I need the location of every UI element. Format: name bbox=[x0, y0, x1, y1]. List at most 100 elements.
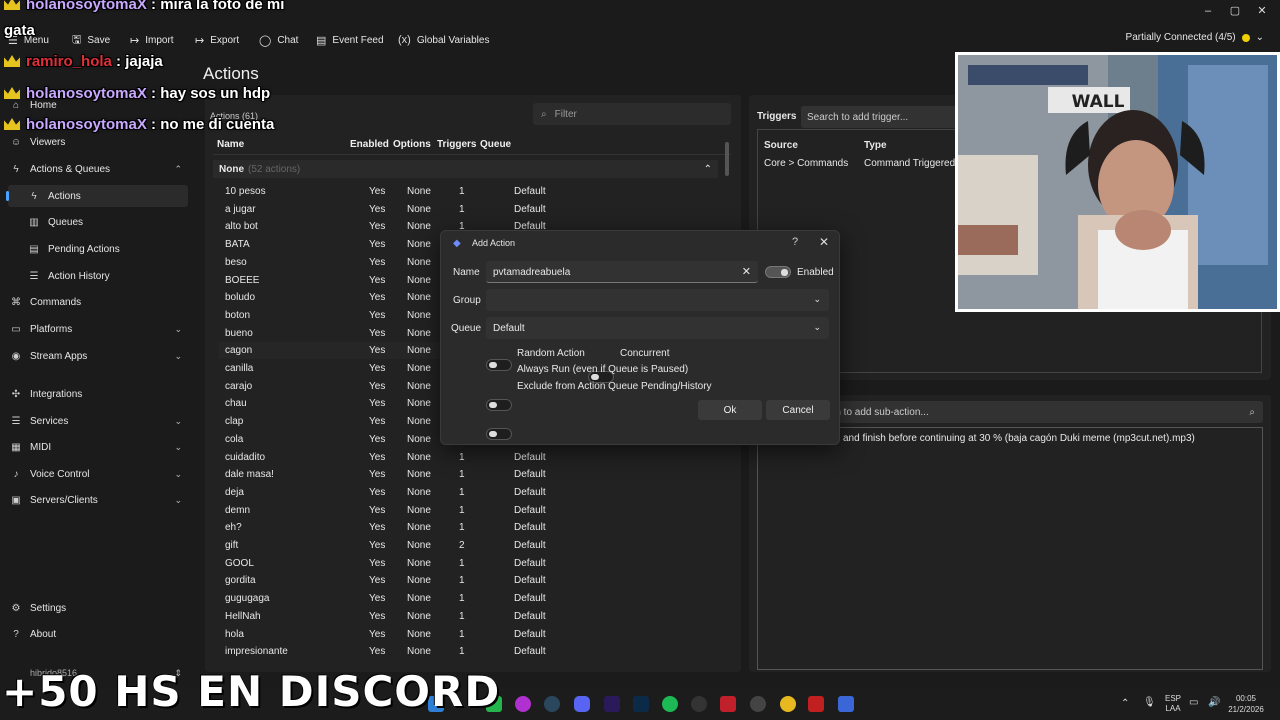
help-icon[interactable]: ? bbox=[792, 236, 798, 248]
table-scrollbar[interactable] bbox=[725, 142, 729, 176]
cell-enabled: Yes bbox=[369, 239, 386, 251]
table-row[interactable]: GOOL Yes None 1 Default bbox=[219, 555, 719, 572]
sidebar-item-viewers[interactable]: ☺ Viewers bbox=[8, 131, 188, 153]
table-row[interactable]: dale masa! Yes None 1 Default bbox=[219, 466, 719, 483]
table-row[interactable]: cuidadito Yes None 1 Default bbox=[219, 449, 719, 466]
trigger-search-input[interactable]: Search to add trigger... bbox=[801, 106, 961, 128]
queue-select[interactable]: Default ⌄ bbox=[486, 317, 829, 339]
table-row[interactable]: gift Yes None 2 Default bbox=[219, 537, 719, 554]
sidebar-item-services[interactable]: ☰ Services ⌄ bbox=[8, 410, 188, 432]
sidebar-item-action-history[interactable]: ☰ Action History bbox=[8, 265, 188, 287]
always-run-toggle[interactable] bbox=[486, 399, 512, 411]
table-row[interactable]: demn Yes None 1 Default bbox=[219, 502, 719, 519]
sidebar-item-queues[interactable]: ▥ Queues bbox=[8, 211, 188, 233]
volume-icon[interactable]: 🔊 bbox=[1208, 697, 1220, 708]
global-variables-button[interactable]: (x) Global Variables bbox=[398, 32, 489, 48]
import-button[interactable]: ↦ Import bbox=[130, 32, 174, 48]
photoshop-icon[interactable] bbox=[633, 696, 649, 712]
cell-name: cagon bbox=[225, 345, 253, 357]
language-indicator[interactable]: ESP LAA bbox=[1165, 694, 1181, 714]
sidebar-item-midi[interactable]: ▦ MIDI ⌄ bbox=[8, 436, 188, 458]
cell-name: clap bbox=[225, 416, 244, 428]
table-row[interactable]: a jugar Yes None 1 Default bbox=[219, 201, 719, 218]
table-row[interactable]: gugugaga Yes None 1 Default bbox=[219, 590, 719, 607]
table-row[interactable]: HellNah Yes None 1 Default bbox=[219, 608, 719, 625]
table-row[interactable]: 10 pesos Yes None 1 Default bbox=[219, 183, 719, 200]
enabled-toggle[interactable] bbox=[765, 266, 791, 278]
platforms-icon: ▭ bbox=[11, 323, 21, 335]
group-header[interactable]: None (52 actions) ⌃ bbox=[213, 160, 718, 178]
cell-queue: Default bbox=[514, 646, 546, 658]
cell-triggers: 1 bbox=[459, 557, 465, 569]
steam-icon[interactable] bbox=[544, 696, 560, 712]
media-icon[interactable] bbox=[808, 696, 824, 712]
chevron-down-icon: ⌄ bbox=[174, 468, 182, 479]
network-icon[interactable]: ▭ bbox=[1189, 697, 1198, 708]
sidebar-item-actions[interactable]: ϟ Actions bbox=[6, 185, 188, 207]
cell-enabled: Yes bbox=[369, 327, 386, 339]
mic-icon[interactable]: 🎙 bbox=[1143, 697, 1156, 708]
group-select[interactable]: ⌄ bbox=[486, 289, 829, 311]
cell-name: gift bbox=[225, 540, 239, 551]
save-icon: 🖫 bbox=[72, 33, 82, 46]
clear-icon[interactable]: ✕ bbox=[742, 265, 751, 278]
export-icon: ↦ bbox=[195, 34, 205, 47]
sidebar-item-commands[interactable]: ⌘ Commands bbox=[8, 291, 188, 313]
table-row[interactable]: eh? Yes None 1 Default bbox=[219, 519, 719, 536]
cell-triggers: 1 bbox=[459, 646, 465, 658]
chat-button[interactable]: ◯ Chat bbox=[259, 32, 298, 48]
column-options[interactable]: Options bbox=[393, 139, 431, 150]
sidebar-item-voice-control[interactable]: ♪ Voice Control ⌄ bbox=[8, 463, 188, 485]
close-window-icon[interactable]: ✕ bbox=[1252, 3, 1272, 19]
premiere-icon[interactable] bbox=[604, 696, 620, 712]
cell-enabled: Yes bbox=[369, 203, 386, 215]
exclude-toggle[interactable] bbox=[486, 428, 512, 440]
table-row[interactable]: gordita Yes None 1 Default bbox=[219, 572, 719, 589]
app-c-icon[interactable] bbox=[515, 696, 531, 712]
name-input[interactable]: pvtamadreabuela ✕ bbox=[486, 261, 758, 283]
column-name[interactable]: Name bbox=[217, 139, 244, 150]
table-row[interactable]: deja Yes None 1 Default bbox=[219, 484, 719, 501]
column-triggers[interactable]: Triggers bbox=[437, 139, 476, 150]
pending-icon: ▤ bbox=[29, 243, 39, 255]
cell-name: BATA bbox=[225, 239, 250, 251]
filter-input[interactable]: ⌕ Filter bbox=[533, 103, 731, 125]
column-queue[interactable]: Queue bbox=[480, 139, 511, 150]
sidebar-item-servers-clients[interactable]: ▣ Servers/Clients ⌄ bbox=[8, 489, 188, 511]
trigger-source[interactable]: Core > Commands bbox=[764, 158, 848, 169]
subaction-item[interactable]: and finish before continuing at 30 % (ba… bbox=[843, 433, 1195, 444]
chrome-icon[interactable] bbox=[780, 696, 796, 712]
logitech-icon[interactable] bbox=[691, 696, 707, 712]
random-action-toggle[interactable] bbox=[486, 359, 512, 371]
save-button[interactable]: 🖫 Save bbox=[72, 32, 110, 48]
event-feed-button[interactable]: ▤ Event Feed bbox=[316, 32, 384, 48]
trigger-type[interactable]: Command Triggered bbox=[864, 158, 955, 169]
discord-icon[interactable] bbox=[574, 696, 590, 712]
sidebar-item-integrations[interactable]: ✣ Integrations bbox=[8, 383, 188, 405]
connection-status[interactable]: Partially Connected (4/5) ⌄ bbox=[1126, 32, 1264, 43]
gear-icon: ⚙ bbox=[11, 602, 21, 614]
sidebar-item-settings[interactable]: ⚙ Settings bbox=[8, 597, 188, 619]
sidebar-item-stream-apps[interactable]: ◉ Stream Apps ⌄ bbox=[8, 345, 188, 367]
column-enabled[interactable]: Enabled bbox=[350, 139, 389, 150]
ok-button[interactable]: Ok bbox=[698, 400, 762, 420]
table-row[interactable]: hola Yes None 1 Default bbox=[219, 626, 719, 643]
crown-icon bbox=[4, 0, 20, 10]
dialog-title: Add Action bbox=[472, 238, 516, 248]
cancel-button[interactable]: Cancel bbox=[766, 400, 830, 420]
valorant-icon[interactable] bbox=[720, 696, 736, 712]
spotify-icon[interactable] bbox=[662, 696, 678, 712]
tray-chevron-icon[interactable]: ⌃ bbox=[1121, 698, 1129, 709]
sidebar-item-about[interactable]: ? About bbox=[8, 623, 188, 645]
minimize-icon[interactable]: – bbox=[1198, 3, 1218, 19]
streamerbot-icon[interactable] bbox=[838, 696, 854, 712]
maximize-icon[interactable]: ▢ bbox=[1225, 3, 1245, 19]
sidebar-item-pending-actions[interactable]: ▤ Pending Actions bbox=[8, 238, 188, 260]
export-button[interactable]: ↦ Export bbox=[195, 32, 239, 48]
obs-icon[interactable] bbox=[750, 696, 766, 712]
sidebar-item-platforms[interactable]: ▭ Platforms ⌄ bbox=[8, 318, 188, 340]
close-icon[interactable]: ✕ bbox=[819, 235, 829, 249]
table-row[interactable]: impresionante Yes None 1 Default bbox=[219, 643, 719, 660]
sidebar-item-actions-queues[interactable]: ϟ Actions & Queues ⌃ bbox=[8, 158, 188, 180]
clock[interactable]: 00:05 21/2/2026 bbox=[1226, 693, 1266, 715]
